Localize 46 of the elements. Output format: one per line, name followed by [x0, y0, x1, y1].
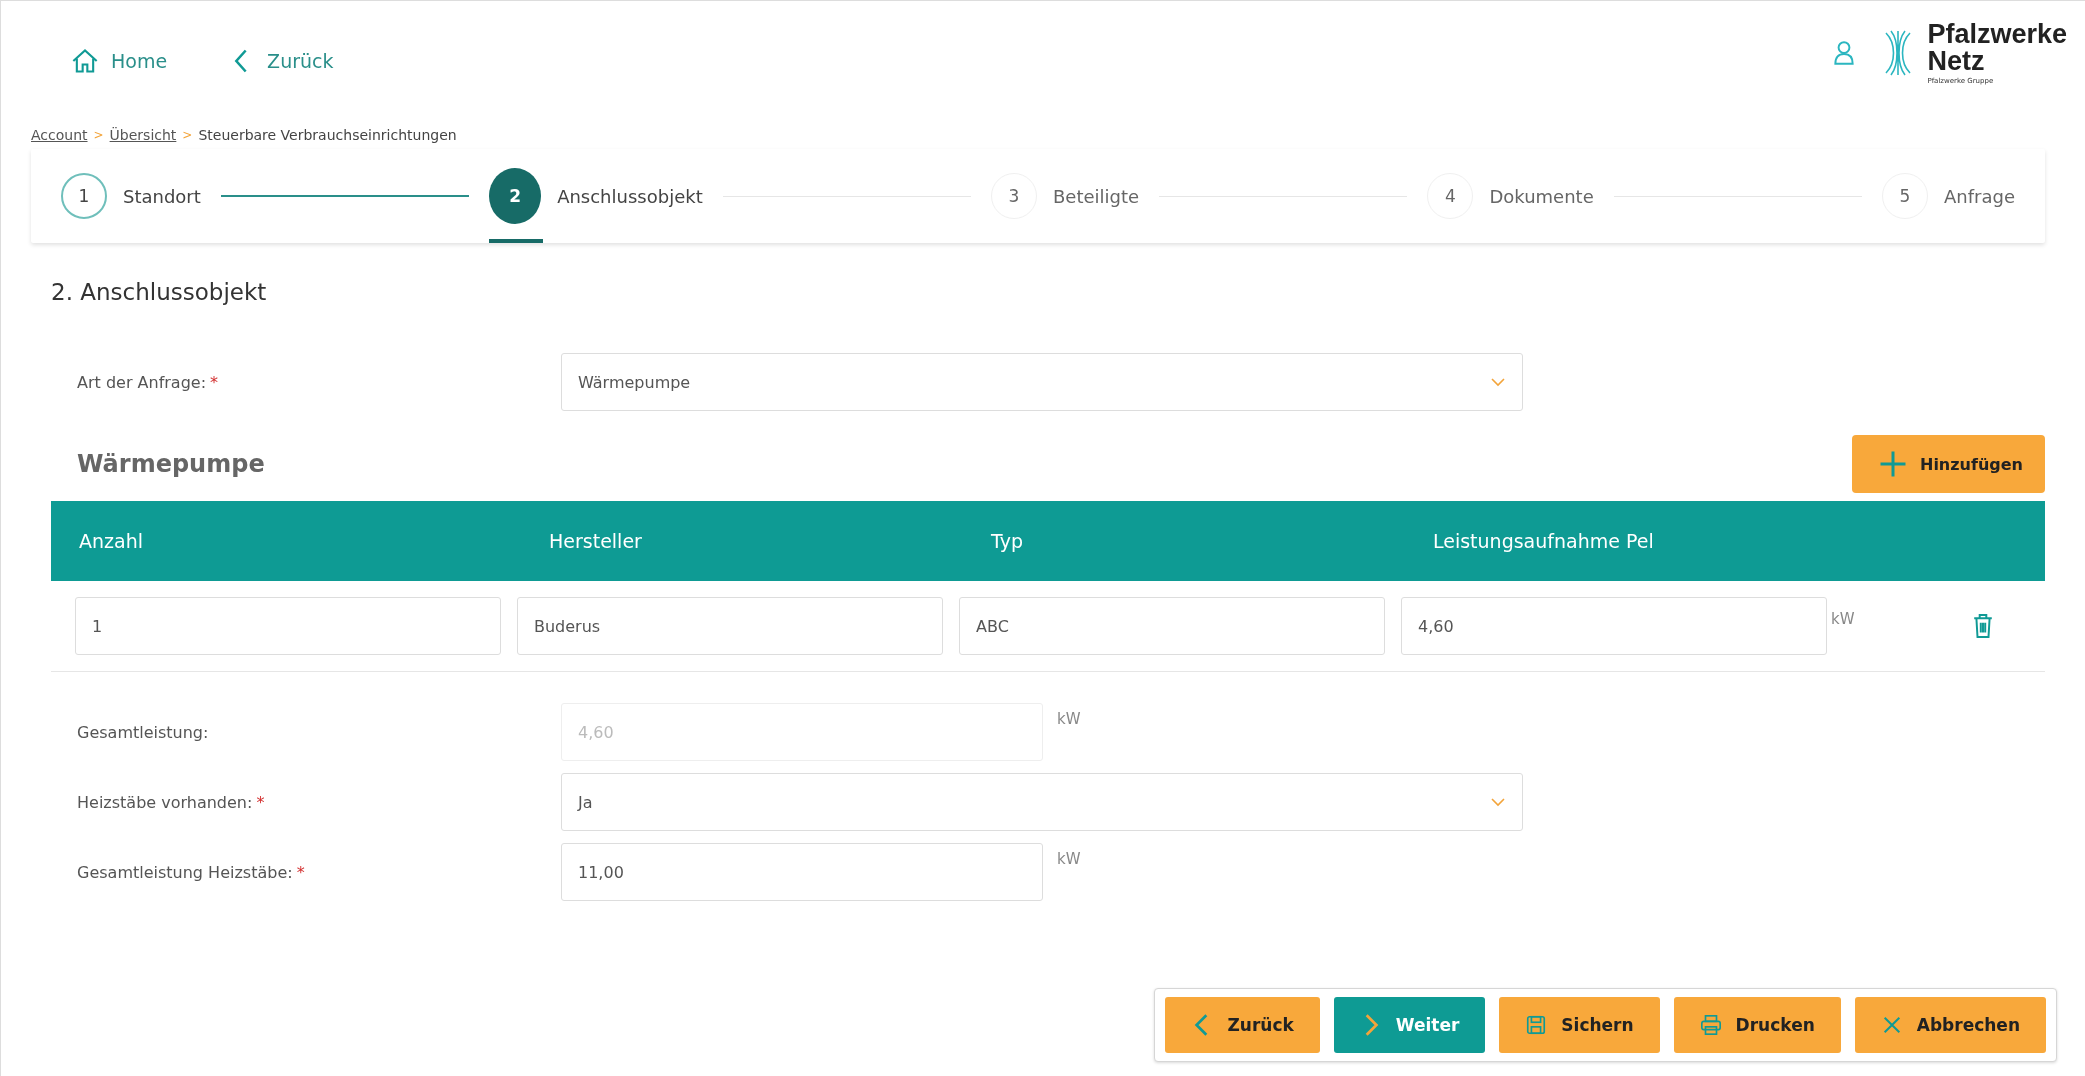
- table-input-field[interactable]: ABC: [959, 597, 1385, 655]
- table-input-field[interactable]: 1: [75, 597, 501, 655]
- step-tab[interactable]: 5 Anfrage: [1882, 149, 2016, 243]
- request-type-dropdown[interactable]: Wärmepumpe: [561, 353, 1523, 411]
- breadcrumb-link[interactable]: Übersicht: [109, 127, 177, 143]
- save-button[interactable]: Sichern: [1499, 997, 1660, 1053]
- field-label: Art der Anfrage: *: [76, 372, 220, 392]
- column-header: Leistungsaufnahme Pel: [1433, 530, 1655, 552]
- chevron-down-icon: [1490, 377, 1506, 387]
- back-button[interactable]: Zurück: [1165, 997, 1320, 1053]
- table-title: Wärmepumpe: [77, 450, 265, 478]
- chevron-down-icon: [1490, 797, 1506, 807]
- input-field[interactable]: 11,00: [561, 843, 1043, 901]
- print-button[interactable]: Drucken: [1673, 997, 1841, 1053]
- unit-label: kW: [1831, 610, 1856, 628]
- section-title: 2. Anschlussobjekt: [51, 279, 268, 305]
- trash-icon[interactable]: [1972, 612, 1994, 640]
- home-link[interactable]: Home: [71, 47, 168, 75]
- field-label: Gesamtleistung Heizstäbe: *: [76, 862, 306, 882]
- logo-name: Pfalzwerke: [1927, 21, 2067, 48]
- column-header: Typ: [991, 530, 1024, 552]
- breadcrumb-separator: >: [93, 128, 104, 142]
- dropdown[interactable]: Ja: [561, 773, 1523, 831]
- step-tab[interactable]: 3 Beteiligte: [991, 149, 1140, 243]
- breadcrumb-current: Steuerbare Verbrauchseinrichtungen: [198, 127, 457, 143]
- back-link[interactable]: Zurück: [227, 47, 334, 75]
- home-icon: [71, 47, 99, 75]
- field-label: Gesamtleistung:: [76, 722, 210, 742]
- step-tab[interactable]: 1 Standort: [61, 149, 201, 243]
- column-header: Hersteller: [549, 530, 643, 552]
- table-input-field[interactable]: Buderus: [517, 597, 943, 655]
- logo-name-line: Netz: [1927, 48, 1986, 75]
- add-button[interactable]: Hinzufügen: [1852, 435, 2045, 493]
- user-icon[interactable]: [1833, 40, 1856, 66]
- unit-label: kW: [1057, 709, 1081, 728]
- breadcrumb-link[interactable]: Account: [31, 127, 88, 143]
- column-header: Anzahl: [79, 530, 144, 552]
- plus-icon: [1878, 449, 1908, 479]
- step-tab[interactable]: 2 Anschlussobjekt: [489, 149, 703, 243]
- table-input-field[interactable]: 4,60: [1401, 597, 1827, 655]
- step-tab[interactable]: 4 Dokumente: [1427, 149, 1594, 243]
- cancel-button[interactable]: Abbrechen: [1854, 997, 2046, 1053]
- unit-label: kW: [1057, 849, 1081, 868]
- field-label: Heizstäbe vorhanden: *: [76, 792, 266, 812]
- printer-icon: [1699, 1012, 1722, 1038]
- breadcrumb-separator: >: [182, 128, 193, 142]
